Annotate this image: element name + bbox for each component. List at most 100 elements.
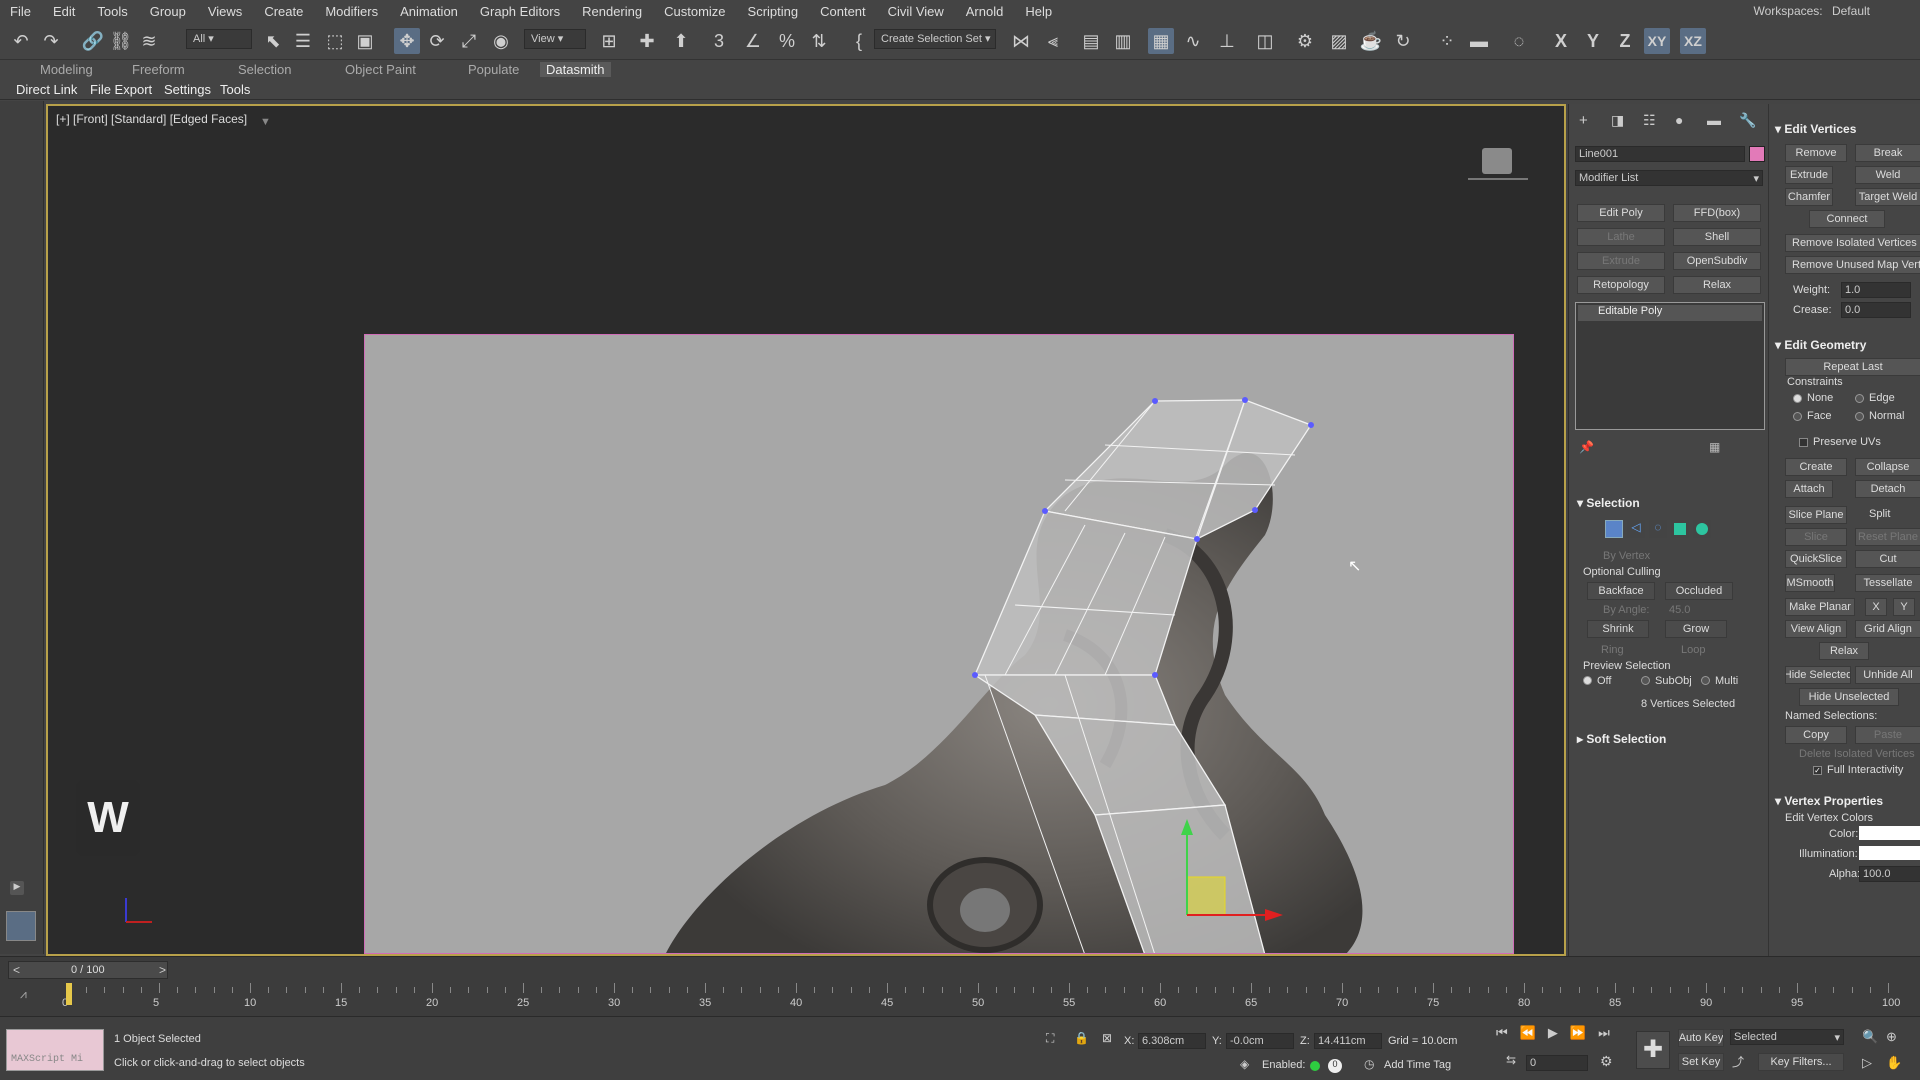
- break-button[interactable]: Break: [1855, 144, 1920, 162]
- menu-group[interactable]: Group: [140, 4, 198, 19]
- angle-snap-icon[interactable]: ∠: [740, 28, 766, 54]
- expand-layout-icon[interactable]: ▶: [10, 881, 24, 895]
- pivot-icon[interactable]: ⊞: [596, 28, 622, 54]
- create-button[interactable]: Create: [1785, 458, 1847, 476]
- opensubdiv-button[interactable]: OpenSubdiv: [1673, 252, 1761, 270]
- relax-button[interactable]: Relax: [1819, 642, 1869, 660]
- zoom-icon[interactable]: 🔍: [1862, 1029, 1878, 1045]
- edit-geometry-title[interactable]: ▾ Edit Geometry: [1775, 338, 1866, 352]
- menu-edit[interactable]: Edit: [43, 4, 87, 19]
- viewport-layout-thumb[interactable]: [6, 911, 36, 941]
- selection-rollout-title[interactable]: ▾ Selection: [1577, 496, 1640, 510]
- extrude-modifier-button[interactable]: Extrude: [1577, 252, 1665, 270]
- time-slider[interactable]: < 0 / 100 >: [8, 961, 168, 979]
- select-object-icon[interactable]: ⬉: [260, 28, 286, 54]
- subtab-file-export[interactable]: File Export: [90, 82, 152, 97]
- viewcube-icon[interactable]: [1482, 148, 1512, 174]
- key-mode-icon[interactable]: ⇆: [1506, 1053, 1516, 1067]
- edge-level-icon[interactable]: ◁: [1627, 520, 1645, 538]
- constraint-face-radio[interactable]: [1793, 412, 1802, 421]
- schematic-view-icon[interactable]: ⊥: [1214, 28, 1240, 54]
- target-weld-button[interactable]: Target Weld: [1855, 188, 1920, 206]
- set-keys-icon[interactable]: ✚: [1636, 1031, 1670, 1069]
- occluded-button[interactable]: Occluded: [1665, 582, 1733, 600]
- constraint-normal-radio[interactable]: [1855, 412, 1864, 421]
- crease-field[interactable]: 0.0: [1841, 302, 1911, 318]
- grid-align-button[interactable]: Grid Align: [1855, 620, 1920, 638]
- relax-modifier-button[interactable]: Relax: [1673, 276, 1761, 294]
- menu-civil-view[interactable]: Civil View: [878, 4, 956, 19]
- object-color-swatch[interactable]: [1749, 146, 1765, 162]
- window-crossing-icon[interactable]: ▣: [352, 28, 378, 54]
- retopology-button[interactable]: Retopology: [1577, 276, 1665, 294]
- modify-tab-icon[interactable]: ◨: [1611, 112, 1624, 129]
- reset-plane-button[interactable]: Reset Plane: [1855, 528, 1920, 546]
- stack-item-editable-poly[interactable]: Editable Poly: [1578, 305, 1762, 321]
- selection-filter-dropdown[interactable]: All ▾: [186, 29, 252, 49]
- key-set-dropdown[interactable]: Selected ▾: [1730, 1029, 1844, 1045]
- snaps-toggle-icon[interactable]: 3: [706, 28, 732, 54]
- selection-region-icon[interactable]: ◌: [1506, 28, 1532, 54]
- scene-explorer-icon[interactable]: ▤: [1078, 28, 1104, 54]
- ribbon-tab-modeling[interactable]: Modeling: [40, 62, 93, 77]
- viewport-filter-icon[interactable]: ▼: [260, 116, 271, 128]
- menu-content[interactable]: Content: [810, 4, 878, 19]
- named-selection-dropdown[interactable]: Create Selection Set ▾: [874, 29, 996, 49]
- make-planar-button[interactable]: Make Planar: [1785, 598, 1855, 616]
- undo-icon[interactable]: ↶: [8, 28, 34, 54]
- z-coord-field[interactable]: 14.411cm: [1314, 1033, 1382, 1049]
- spinner-snap-icon[interactable]: ⇅: [806, 28, 832, 54]
- hide-selected-button[interactable]: Hide Selected: [1785, 666, 1851, 684]
- soft-selection-rollout-title[interactable]: ▸ Soft Selection: [1577, 732, 1666, 746]
- weight-field[interactable]: 1.0: [1841, 282, 1911, 298]
- zoom-all-icon[interactable]: ⊕: [1886, 1029, 1897, 1045]
- isolate-icon[interactable]: ⛶: [1046, 1031, 1054, 1046]
- workspaces-switcher[interactable]: Workspaces: Default: [1753, 4, 1870, 18]
- scale-icon[interactable]: ⤢: [456, 28, 482, 54]
- current-frame-marker[interactable]: [66, 983, 72, 1005]
- shell-button[interactable]: Shell: [1673, 228, 1761, 246]
- snap-grid-icon[interactable]: ⁘: [1434, 28, 1460, 54]
- menu-graph-editors[interactable]: Graph Editors: [470, 4, 572, 19]
- configure-sets-icon[interactable]: ▦: [1709, 440, 1720, 454]
- menu-customize[interactable]: Customize: [654, 4, 737, 19]
- create-tab-icon[interactable]: +: [1579, 112, 1588, 129]
- unhide-all-button[interactable]: Unhide All: [1855, 666, 1920, 684]
- menu-file[interactable]: File: [0, 4, 43, 19]
- curve-editor-icon[interactable]: ∿: [1180, 28, 1206, 54]
- set-key-button[interactable]: Set Key: [1678, 1053, 1724, 1071]
- menu-help[interactable]: Help: [1015, 4, 1064, 19]
- time-tag-icon[interactable]: ◷: [1364, 1057, 1374, 1071]
- ribbon-tab-freeform[interactable]: Freeform: [132, 62, 185, 77]
- hierarchy-tab-icon[interactable]: ☷: [1643, 112, 1656, 129]
- repeat-last-button[interactable]: Repeat Last: [1785, 358, 1920, 376]
- auto-key-button[interactable]: Auto Key: [1678, 1029, 1724, 1047]
- constraint-none-radio[interactable]: [1793, 394, 1802, 403]
- hide-unselected-button[interactable]: Hide Unselected: [1799, 688, 1899, 706]
- percent-snap-icon[interactable]: %: [774, 28, 800, 54]
- preview-multi-radio[interactable]: [1701, 676, 1710, 685]
- polygon-level-icon[interactable]: [1671, 520, 1689, 538]
- utilities-tab-icon[interactable]: 🔧: [1739, 112, 1756, 129]
- constraint-edge-radio[interactable]: [1855, 394, 1864, 403]
- place-icon[interactable]: ◉: [488, 28, 514, 54]
- ribbon-tab-populate[interactable]: Populate: [468, 62, 519, 77]
- track-bar[interactable]: 0510152025303540455055606570758085909510…: [60, 983, 1920, 1013]
- menu-arnold[interactable]: Arnold: [956, 4, 1016, 19]
- keyboard-shortcut-icon[interactable]: ⬆: [668, 28, 694, 54]
- key-tangent-icon[interactable]: ⤴: [1732, 1053, 1744, 1070]
- remove-unused-map-button[interactable]: Remove Unused Map Verts: [1785, 256, 1920, 274]
- add-time-tag[interactable]: Add Time Tag: [1384, 1059, 1451, 1071]
- vertex-color-swatch[interactable]: [1859, 826, 1920, 840]
- fov-icon[interactable]: ▷: [1862, 1055, 1872, 1071]
- viewport-label[interactable]: [+] [Front] [Standard] [Edged Faces]: [56, 112, 247, 126]
- motion-tab-icon[interactable]: ●: [1675, 112, 1683, 128]
- time-config-icon[interactable]: ⚙: [1600, 1053, 1613, 1070]
- lathe-button[interactable]: Lathe: [1577, 228, 1665, 246]
- ribbon-tab-datasmith[interactable]: Datasmith: [540, 62, 611, 77]
- extrude-button[interactable]: Extrude: [1785, 166, 1833, 184]
- edit-poly-button[interactable]: Edit Poly: [1577, 204, 1665, 222]
- preview-subobj-radio[interactable]: [1641, 676, 1650, 685]
- move-icon[interactable]: ✥: [394, 28, 420, 54]
- time-slider-next[interactable]: >: [159, 963, 166, 977]
